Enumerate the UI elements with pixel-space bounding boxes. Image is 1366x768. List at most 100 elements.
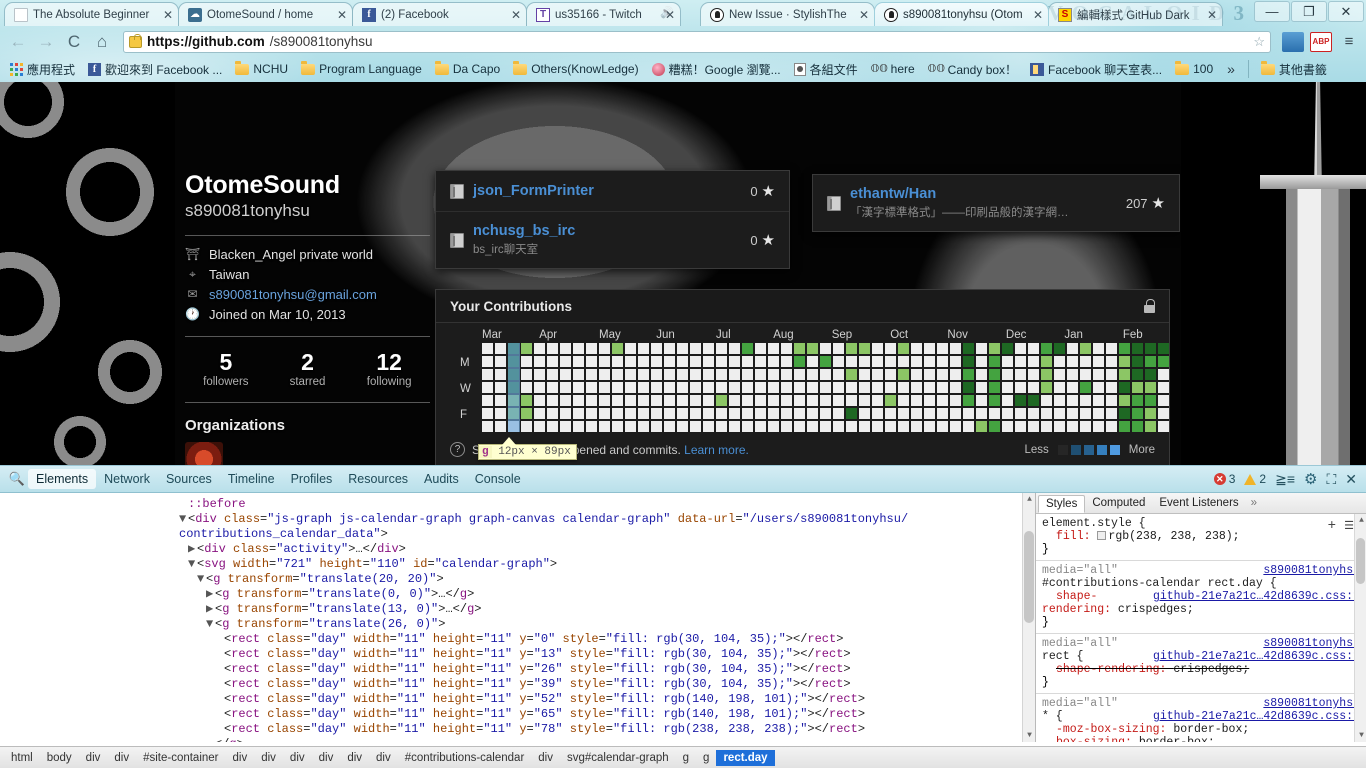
contribution-day-cell[interactable]: [963, 343, 974, 354]
contribution-day-cell[interactable]: [1093, 395, 1104, 406]
contribution-day-cell[interactable]: [898, 382, 909, 393]
contribution-day-cell[interactable]: [729, 382, 740, 393]
dom-tree-pane[interactable]: ::before ▼ <div class="js-graph js-calenda…: [0, 493, 1035, 742]
contribution-day-cell[interactable]: [807, 408, 818, 419]
contribution-day-cell[interactable]: [950, 395, 961, 406]
contribution-day-cell[interactable]: [807, 356, 818, 367]
contribution-week-column[interactable]: [950, 343, 961, 432]
contribution-day-cell[interactable]: [703, 356, 714, 367]
contribution-day-cell[interactable]: [729, 356, 740, 367]
contribution-day-cell[interactable]: [677, 369, 688, 380]
contribution-day-cell[interactable]: [833, 343, 844, 354]
breadcrumb-item[interactable]: rect.day: [716, 749, 775, 766]
contribution-day-cell[interactable]: [508, 395, 519, 406]
contribution-week-column[interactable]: [1106, 343, 1117, 432]
contribution-day-cell[interactable]: [963, 382, 974, 393]
tab-close-icon[interactable]: ✕: [336, 8, 348, 22]
contribution-week-column[interactable]: [508, 342, 520, 432]
contribution-day-cell[interactable]: [820, 356, 831, 367]
contribution-day-cell[interactable]: [495, 382, 506, 393]
scroll-down-arrow[interactable]: ▼: [1023, 729, 1035, 742]
bookmark-item[interactable]: 100: [1170, 60, 1218, 78]
rule-source-file[interactable]: github-21e7a21c…42d8639c.css:1: [1153, 710, 1360, 723]
contribution-day-cell[interactable]: [924, 356, 935, 367]
dom-tree-node[interactable]: contributions_calendar_data">: [0, 527, 1035, 542]
contribution-week-column[interactable]: [989, 343, 1000, 432]
contribution-day-cell[interactable]: [1158, 408, 1169, 419]
dom-tree-node[interactable]: ▶ <g transform="translate(0, 0)">…</g>: [0, 587, 1035, 602]
contribution-week-column[interactable]: [599, 343, 610, 432]
contribution-week-column[interactable]: [1028, 343, 1039, 432]
contribution-day-cell[interactable]: [599, 395, 610, 406]
contribution-day-cell[interactable]: [677, 343, 688, 354]
style-rule[interactable]: media="all" s890081tonyhsu * {github-21e7a…: [1036, 694, 1366, 742]
contribution-day-cell[interactable]: [547, 356, 558, 367]
contribution-day-cell[interactable]: [846, 356, 857, 367]
contribution-day-cell[interactable]: [755, 395, 766, 406]
contribution-day-cell[interactable]: [989, 408, 1000, 419]
devtools-tab-profiles[interactable]: Profiles: [283, 469, 341, 489]
contribution-day-cell[interactable]: [1132, 408, 1143, 419]
contribution-day-cell[interactable]: [950, 369, 961, 380]
contribution-day-cell[interactable]: [1002, 395, 1013, 406]
contribution-day-cell[interactable]: [560, 421, 571, 432]
browser-tab[interactable]: f (2) Facebook ✕: [352, 2, 527, 26]
contribution-day-cell[interactable]: [859, 421, 870, 432]
contribution-day-cell[interactable]: [651, 369, 662, 380]
contribution-day-cell[interactable]: [1067, 382, 1078, 393]
contribution-day-cell[interactable]: [625, 408, 636, 419]
contribution-day-cell[interactable]: [729, 369, 740, 380]
contribution-day-cell[interactable]: [1015, 356, 1026, 367]
contribution-day-cell[interactable]: [1158, 369, 1169, 380]
style-property[interactable]: box-sizing: border-box;: [1042, 736, 1360, 742]
scroll-down-arrow[interactable]: ▼: [1355, 729, 1366, 742]
rule-source-user[interactable]: s890081tonyhsu: [1263, 564, 1360, 577]
contribution-day-cell[interactable]: [911, 395, 922, 406]
contribution-day-cell[interactable]: [963, 356, 974, 367]
bookmark-item[interactable]: 應用程式: [5, 59, 80, 80]
contribution-day-cell[interactable]: [1002, 343, 1013, 354]
profile-stat[interactable]: 5 followers: [185, 349, 267, 388]
contribution-day-cell[interactable]: [560, 382, 571, 393]
dom-tree-node[interactable]: <rect class="day" width="11" height="11"…: [0, 647, 1035, 662]
dom-tree-node[interactable]: ▼ <g transform="translate(20, 20)">: [0, 572, 1035, 587]
contribution-day-cell[interactable]: [976, 408, 987, 419]
dom-tree-node[interactable]: </g>: [0, 737, 1035, 742]
contribution-day-cell[interactable]: [1041, 382, 1052, 393]
bookmark-item[interactable]: Program Language: [296, 60, 427, 78]
contribution-day-cell[interactable]: [963, 395, 974, 406]
breadcrumb-item[interactable]: div: [369, 750, 398, 766]
contribution-day-cell[interactable]: [703, 343, 714, 354]
contribution-day-cell[interactable]: [742, 369, 753, 380]
contribution-day-cell[interactable]: [729, 408, 740, 419]
contribution-day-cell[interactable]: [664, 408, 675, 419]
console-drawer-icon[interactable]: ≧≡: [1275, 471, 1295, 488]
contribution-day-cell[interactable]: [690, 395, 701, 406]
contribution-week-column[interactable]: [820, 343, 831, 432]
contribution-day-cell[interactable]: [1054, 421, 1065, 432]
contribution-day-cell[interactable]: [937, 369, 948, 380]
contribution-day-cell[interactable]: [924, 421, 935, 432]
tab-close-icon[interactable]: ✕: [510, 8, 522, 22]
contribution-day-cell[interactable]: [781, 382, 792, 393]
breadcrumb-item[interactable]: div: [283, 750, 312, 766]
contribution-week-column[interactable]: [963, 343, 974, 432]
contribution-day-cell[interactable]: [781, 408, 792, 419]
contribution-week-column[interactable]: [677, 343, 688, 432]
contribution-day-cell[interactable]: [1080, 395, 1091, 406]
contribution-day-cell[interactable]: [508, 369, 519, 380]
contribution-day-cell[interactable]: [1158, 382, 1169, 393]
rule-source-user[interactable]: s890081tonyhsu: [1263, 697, 1360, 710]
contribution-day-cell[interactable]: [1145, 395, 1156, 406]
contribution-day-cell[interactable]: [963, 421, 974, 432]
repository-list-item[interactable]: json_FormPrinter 0 ★: [436, 171, 789, 212]
contribution-day-cell[interactable]: [1145, 421, 1156, 432]
contribution-day-cell[interactable]: [1041, 395, 1052, 406]
style-rule[interactable]: element.style { fill: rgb(238, 238, 238)…: [1036, 514, 1366, 561]
contribution-week-column[interactable]: [1015, 343, 1026, 432]
styles-more-icon[interactable]: »: [1246, 497, 1262, 509]
contribution-day-cell[interactable]: [833, 395, 844, 406]
rule-source-file[interactable]: github-21e7a21c…42d8639c.css:1: [1153, 590, 1360, 603]
contribution-week-column[interactable]: [690, 343, 701, 432]
contribution-day-cell[interactable]: [1067, 356, 1078, 367]
